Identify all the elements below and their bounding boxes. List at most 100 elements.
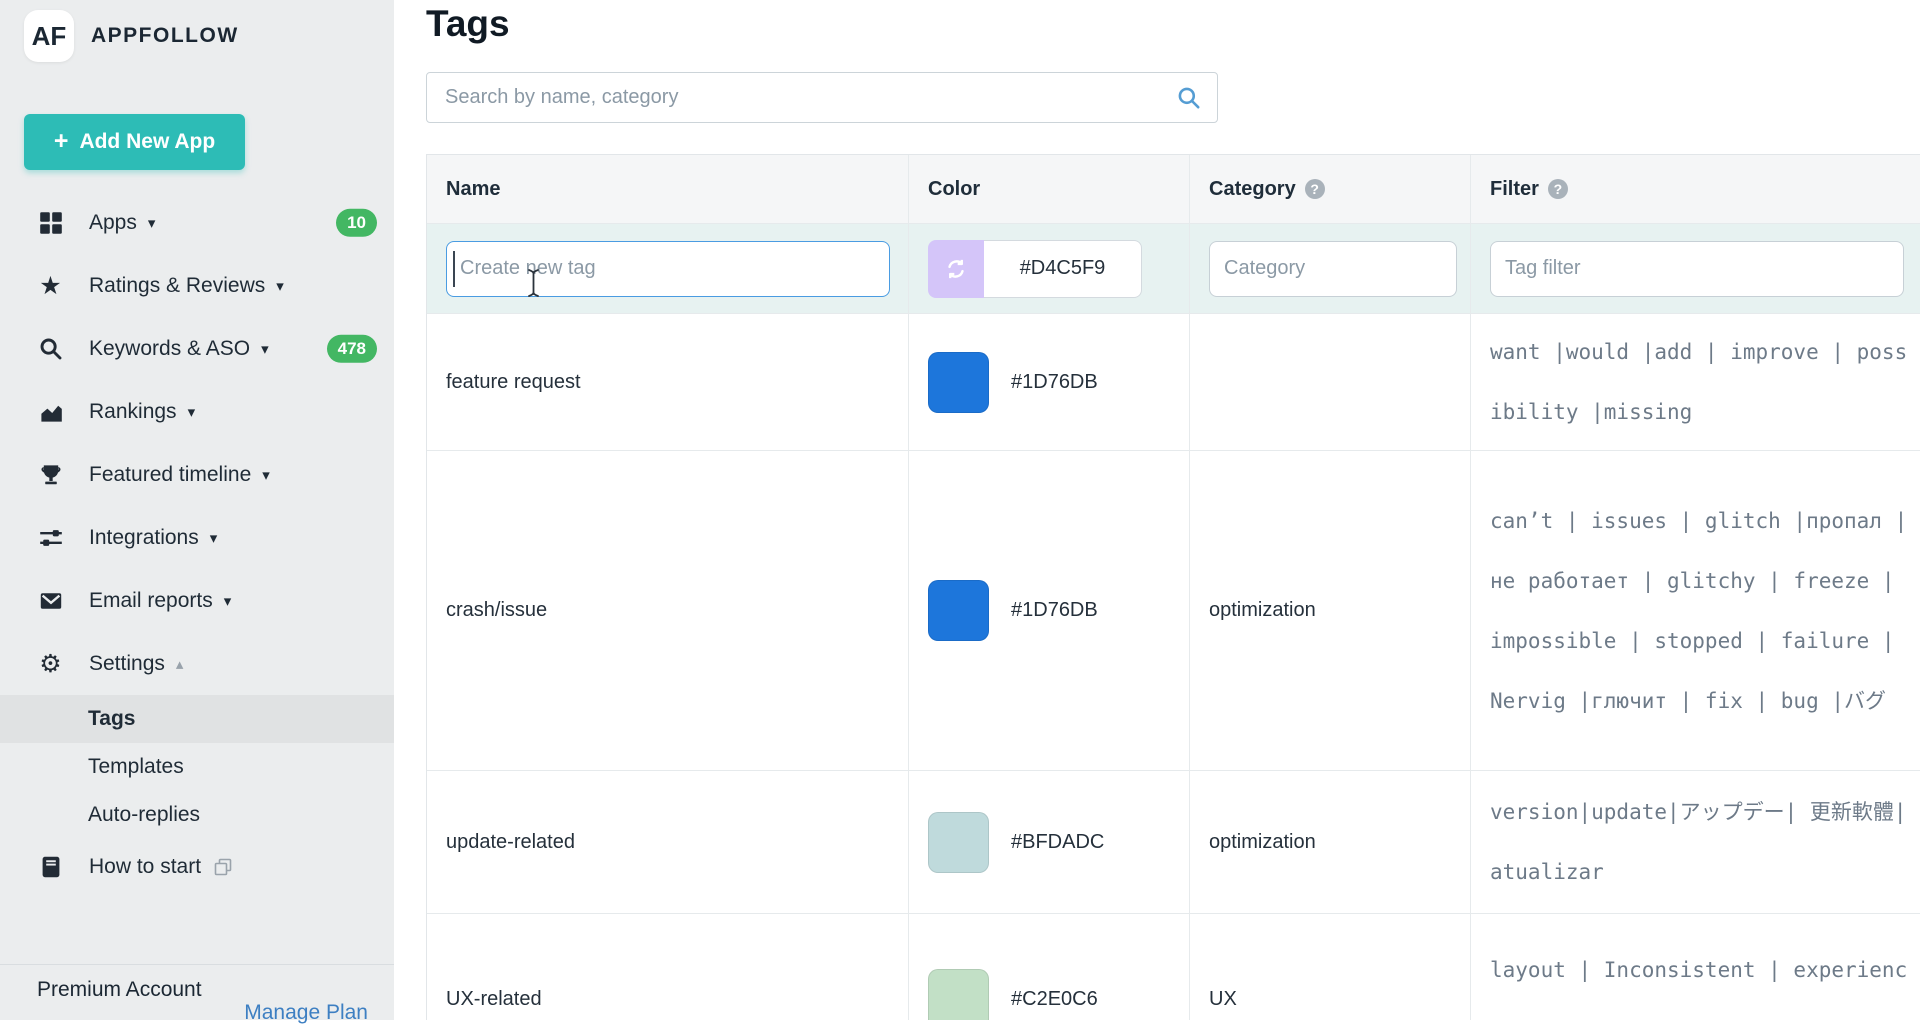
chevron-down-icon: ▾ [261,340,269,358]
create-tag-category-cell [1190,224,1471,314]
filter-help-icon[interactable]: ? [1548,179,1568,199]
add-new-app-button[interactable]: + Add New App [24,114,245,170]
color-swatch[interactable] [928,812,989,873]
plus-icon: + [54,129,69,154]
sidebar-item-label: Settings [89,652,165,676]
sidebar-item-apps[interactable]: Apps ▾ 10 [0,191,394,254]
sidebar-item-featured-timeline[interactable]: Featured timeline ▾ [0,443,394,506]
keywords-count-badge: 478 [327,334,377,362]
color-swatch[interactable] [928,580,989,641]
color-hex-field[interactable]: #D4C5F9 [984,240,1142,298]
create-tag-category-input[interactable] [1209,241,1457,297]
sidebar-item-how-to-start[interactable]: How to start [0,839,394,895]
table-row-name[interactable]: UX-related [427,914,909,1020]
color-hex-label: #1D76DB [1011,599,1098,622]
color-swatch[interactable] [928,352,989,413]
manage-plan-link[interactable]: Manage Plan [244,1001,368,1025]
table-row-filter: version|update|アップデー| 更新軟體| atualizar [1471,771,1920,914]
sidebar-item-auto-replies[interactable]: Auto-replies [0,791,394,839]
table-row-category [1190,314,1471,451]
table-row-category: optimization [1190,771,1471,914]
create-tag-filter-input[interactable] [1490,241,1904,297]
sidebar-item-rankings[interactable]: Rankings ▾ [0,380,394,443]
table-row-name[interactable]: feature request [427,314,909,451]
sidebar-item-label: Ratings & Reviews [89,274,265,298]
create-tag-color-cell: #D4C5F9 [909,224,1190,314]
star-icon: ★ [37,272,64,299]
column-header-name: Name [427,155,909,224]
search-icon [1176,85,1202,111]
submenu-label: Auto-replies [88,803,200,827]
logo-row: AF APPFOLLOW [0,0,394,62]
sidebar-item-email-reports[interactable]: Email reports ▾ [0,569,394,632]
sidebar-item-label: Email reports [89,589,213,613]
table-row-name[interactable]: crash/issue [427,451,909,771]
color-hex-label: #C2E0C6 [1011,988,1098,1011]
table-row-category: optimization [1190,451,1471,771]
sidebar-item-settings[interactable]: ⚙ Settings ▴ [0,632,394,695]
sidebar-item-label: Keywords & ASO [89,337,250,361]
main-content: Tags Name Color Category ? Filter ? [394,0,1920,1020]
create-tag-filter-cell [1471,224,1920,314]
sidebar-item-label: Featured timeline [89,463,251,487]
submenu-label: Tags [88,707,135,731]
table-row-category: UX [1190,914,1471,1020]
envelope-icon [37,587,64,614]
chevron-down-icon: ▾ [262,466,270,484]
chevron-down-icon: ▾ [148,214,156,232]
color-swatch[interactable] [928,969,989,1020]
sidebar-item-ratings-reviews[interactable]: ★ Ratings & Reviews ▾ [0,254,394,317]
chevron-up-icon: ▴ [176,655,184,673]
chevron-down-icon: ▾ [210,529,218,547]
sidebar-item-tags[interactable]: Tags [0,695,394,743]
create-tag-name-input[interactable] [446,241,890,297]
refresh-icon [944,257,968,281]
gear-icon: ⚙ [37,650,64,677]
random-color-button[interactable] [928,240,984,298]
column-header-color: Color [909,155,1190,224]
table-row-filter: layout | Inconsistent | experience [1471,914,1920,1020]
sidebar-footer: Premium Account Manage Plan [0,964,394,1020]
sidebar-item-integrations[interactable]: Integrations ▾ [0,506,394,569]
table-row-color: #C2E0C6 [909,914,1190,1020]
submenu-label: Templates [88,755,184,779]
rankings-chart-icon [37,398,64,425]
book-icon [37,854,64,881]
sidebar-item-label: Rankings [89,400,177,424]
create-tag-name-cell [427,224,909,314]
external-link-icon [213,857,233,877]
sidebar-item-templates[interactable]: Templates [0,743,394,791]
text-caret [453,251,455,287]
table-row-color: #1D76DB [909,451,1190,771]
chevron-down-icon: ▾ [224,592,232,610]
sidebar-item-label: Apps [89,211,137,235]
sliders-icon [37,524,64,551]
search-input[interactable] [427,73,1217,122]
table-row-filter: can’t | issues | glitch |пропал |не рабо… [1471,451,1920,771]
trophy-icon [37,461,64,488]
category-help-icon[interactable]: ? [1305,179,1325,199]
table-row-color: #1D76DB [909,314,1190,451]
chevron-down-icon: ▾ [276,277,284,295]
settings-submenu: Tags Templates Auto-replies [0,695,394,839]
account-plan-label: Premium Account [37,978,202,1002]
column-header-filter: Filter ? [1471,155,1920,224]
appfollow-logo[interactable]: AF [24,10,74,62]
table-row-name[interactable]: update-related [427,771,909,914]
table-row-filter: want |would |add | improve | possibility… [1471,314,1920,451]
sidebar-item-keywords-aso[interactable]: Keywords & ASO ▾ 478 [0,317,394,380]
color-hex-label: #1D76DB [1011,371,1098,394]
sidebar: AF APPFOLLOW + Add New App Apps ▾ 10 ★ R… [0,0,394,1020]
search-box [426,72,1218,123]
appfollow-app: AF APPFOLLOW + Add New App Apps ▾ 10 ★ R… [0,0,1920,1020]
sidebar-item-label: Integrations [89,526,199,550]
apps-count-badge: 10 [336,208,377,236]
brand-name: APPFOLLOW [91,24,239,48]
table-row-color: #BFDADC [909,771,1190,914]
chevron-down-icon: ▾ [188,403,196,421]
sidebar-menu: Apps ▾ 10 ★ Ratings & Reviews ▾ Keywords… [0,191,394,695]
apps-grid-icon [37,209,64,236]
page-title: Tags [426,2,1920,46]
tags-table: Name Color Category ? Filter ? [426,154,1920,1020]
sidebar-item-label: How to start [89,855,201,879]
